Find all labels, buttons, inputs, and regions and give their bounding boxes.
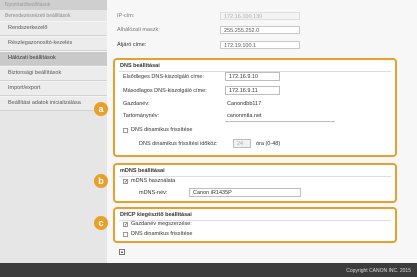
hostname-value: Canondbb117 bbox=[227, 101, 262, 107]
dhcp-section-title: DHCP kiegészítő beállításai bbox=[120, 212, 192, 218]
dns-dynamic-update-checkbox[interactable] bbox=[123, 128, 128, 133]
use-mdns-checkbox[interactable]: ✓ bbox=[123, 179, 128, 185]
gateway-field[interactable]: 172.19.100.1 bbox=[220, 41, 300, 49]
gateway-label: Átjáró címe: bbox=[117, 42, 147, 48]
sidebar-item-security[interactable]: Biztonsági beállítások bbox=[0, 66, 107, 81]
primary-dns-label: Elsődleges DNS-kiszolgáló címe: bbox=[123, 74, 205, 80]
dns-dynamic-update-label: DNS dinamikus frissítése bbox=[131, 127, 193, 133]
dns-update-interval-label: DNS dinamikus frissítési időköz: bbox=[139, 141, 218, 147]
sidebar-heading: Berendezésnézeti beállítások bbox=[5, 13, 71, 19]
secondary-dns-label: Másodlagos DNS-kiszolgáló címe: bbox=[123, 88, 207, 94]
mdns-section-title: mDNS beállításai bbox=[120, 168, 165, 174]
callout-badge-b: b bbox=[94, 174, 108, 188]
domain-name-value: canonmtla.net bbox=[227, 113, 262, 119]
callout-badge-a: a bbox=[94, 102, 108, 116]
domain-name-label: Tartománynév: bbox=[123, 113, 160, 119]
sidebar-item-department-id[interactable]: Részlegazonosító-kezelés bbox=[0, 36, 107, 51]
divider bbox=[119, 176, 391, 177]
sidebar-item-import-export[interactable]: Import/export bbox=[0, 81, 107, 96]
acquire-hostname-checkbox[interactable]: ✓ bbox=[123, 222, 128, 228]
dhcp-dns-dynamic-update-checkbox[interactable] bbox=[123, 232, 128, 237]
mdns-name-label: mDNS-név: bbox=[139, 190, 168, 196]
subnet-mask-label: Alhálózati maszk: bbox=[117, 27, 160, 33]
dns-update-interval-unit: óra (0-48) bbox=[256, 141, 281, 147]
sidebar-top-label[interactable]: Nyomtatóbeállítások bbox=[0, 0, 107, 10]
copyright-text: Copyright CANON INC. 2015 bbox=[346, 268, 411, 274]
dns-section-title: DNS beállításai bbox=[120, 63, 160, 69]
acquire-hostname-label: Gazdanév megszerzése: bbox=[131, 221, 192, 227]
mdns-name-field[interactable]: Canon iR1435P bbox=[189, 188, 301, 197]
footer: Copyright CANON INC. 2015 bbox=[0, 263, 417, 277]
primary-dns-field[interactable]: 172.16.9.10 bbox=[225, 72, 280, 81]
page-top-icon[interactable]: ▲ bbox=[119, 249, 125, 255]
main-panel: IP-cím: 172.16.100.130 Alhálózati maszk:… bbox=[107, 0, 417, 263]
dns-update-interval-field[interactable]: 24 bbox=[233, 139, 251, 148]
use-mdns-label: mDNS használata bbox=[131, 178, 176, 184]
ip-label: IP-cím: bbox=[117, 13, 135, 19]
sidebar-item-network-settings[interactable]: Hálózati beállítások bbox=[0, 51, 107, 66]
mdns-settings-section: mDNS beállításai ✓ mDNS használata mDNS-… bbox=[113, 163, 397, 203]
sidebar-item-initialize[interactable]: Beállítási adatok inicializálása bbox=[0, 96, 107, 111]
ip-field[interactable]: 172.16.100.130 bbox=[220, 12, 300, 20]
sidebar: Nyomtatóbeállítások Berendezésnézeti beá… bbox=[0, 0, 107, 263]
dhcp-dns-dynamic-update-label: DNS dinamikus frissítése bbox=[131, 231, 193, 237]
dns-settings-section: DNS beállításai Elsődleges DNS-kiszolgál… bbox=[113, 58, 397, 157]
callout-badge-c: c bbox=[94, 216, 108, 230]
domain-underline bbox=[225, 121, 335, 122]
hostname-label: Gazdanév: bbox=[123, 101, 150, 107]
sidebar-item-system-manager[interactable]: Rendszerkezelő bbox=[0, 21, 107, 36]
dhcp-options-section: DHCP kiegészítő beállításai ✓ Gazdanév m… bbox=[113, 207, 397, 243]
secondary-dns-field[interactable]: 172.16.9.11 bbox=[225, 86, 280, 95]
subnet-mask-field[interactable]: 255.255.252.0 bbox=[220, 26, 300, 34]
